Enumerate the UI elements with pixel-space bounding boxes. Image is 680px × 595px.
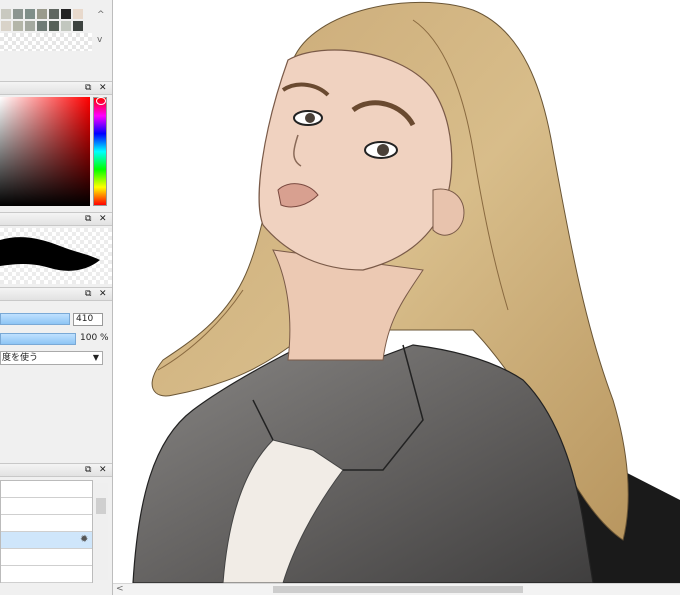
illustration-artwork (132, 1, 680, 583)
swatch-scroll-down-icon[interactable]: v (97, 35, 102, 45)
hue-handle[interactable] (96, 97, 106, 105)
empty-swatch-area (0, 33, 92, 51)
layer-row[interactable] (1, 566, 92, 583)
brush-opacity-slider[interactable] (0, 333, 76, 345)
float-panel-icon[interactable]: ⧉ (85, 288, 91, 300)
hue-slider[interactable] (93, 97, 107, 206)
swatch[interactable] (61, 9, 71, 19)
float-panel-icon[interactable]: ⧉ (85, 82, 91, 94)
saturation-value-field[interactable] (0, 97, 90, 206)
float-panel-icon[interactable]: ⧉ (85, 213, 91, 225)
layers-titlebar[interactable]: ⧉ ✕ (0, 463, 112, 477)
scrollbar-thumb[interactable] (273, 586, 523, 593)
layer-row[interactable] (1, 498, 92, 515)
layer-row[interactable] (1, 481, 92, 498)
swatch-scroll-up-icon[interactable]: ^ (97, 10, 105, 20)
swatch[interactable] (13, 21, 23, 31)
scrollbar-thumb[interactable] (96, 498, 106, 514)
swatch[interactable] (49, 9, 59, 19)
layer-row[interactable] (1, 549, 92, 566)
brush-preview-titlebar[interactable]: ⧉ ✕ (0, 212, 112, 226)
brush-size-input[interactable]: 410 (73, 313, 103, 326)
canvas-horizontal-scrollbar[interactable]: < (113, 583, 680, 595)
color-picker-titlebar[interactable]: ⧉ ✕ (0, 81, 112, 95)
swatch[interactable] (61, 21, 71, 31)
brush-mode-select[interactable]: 度を使う ▼ (0, 351, 103, 365)
brush-size-slider[interactable] (0, 313, 70, 325)
swatch[interactable] (37, 9, 47, 19)
chevron-down-icon: ▼ (92, 353, 99, 362)
close-icon[interactable]: ✕ (99, 82, 107, 94)
scroll-left-icon[interactable]: < (116, 584, 124, 594)
brush-mode-label: 度を使う (2, 353, 39, 363)
swatch[interactable] (13, 9, 23, 19)
swatch[interactable] (73, 21, 83, 31)
float-panel-icon[interactable]: ⧉ (85, 464, 91, 476)
brush-stroke-icon (0, 237, 100, 271)
layer-row[interactable] (1, 515, 92, 532)
layer-list: ✹ (0, 480, 93, 583)
close-icon[interactable]: ✕ (99, 288, 107, 300)
drawing-canvas[interactable] (113, 0, 680, 583)
swatch[interactable] (73, 9, 83, 19)
close-icon[interactable]: ✕ (99, 464, 107, 476)
close-icon[interactable]: ✕ (99, 213, 107, 225)
color-swatch-panel: ^ v (0, 0, 112, 56)
swatch[interactable] (25, 9, 35, 19)
layer-row-selected[interactable]: ✹ (1, 532, 92, 549)
swatch[interactable] (49, 21, 59, 31)
swatch[interactable] (25, 21, 35, 31)
brush-settings-titlebar[interactable]: ⧉ ✕ (0, 287, 112, 301)
brush-opacity-value: 100 % (80, 333, 109, 343)
layer-list-scrollbar[interactable] (94, 483, 108, 580)
swatch[interactable] (1, 9, 11, 19)
side-panel: ^ v ⧉ ✕ ⧉ ✕ ⧉ ✕ 410 100 % 度を使う ▼ ⧉ ✕ ✹ (0, 0, 113, 595)
swatch[interactable] (1, 21, 11, 31)
brush-stroke-preview (0, 228, 112, 284)
gear-icon[interactable]: ✹ (80, 534, 88, 545)
swatch[interactable] (37, 21, 47, 31)
